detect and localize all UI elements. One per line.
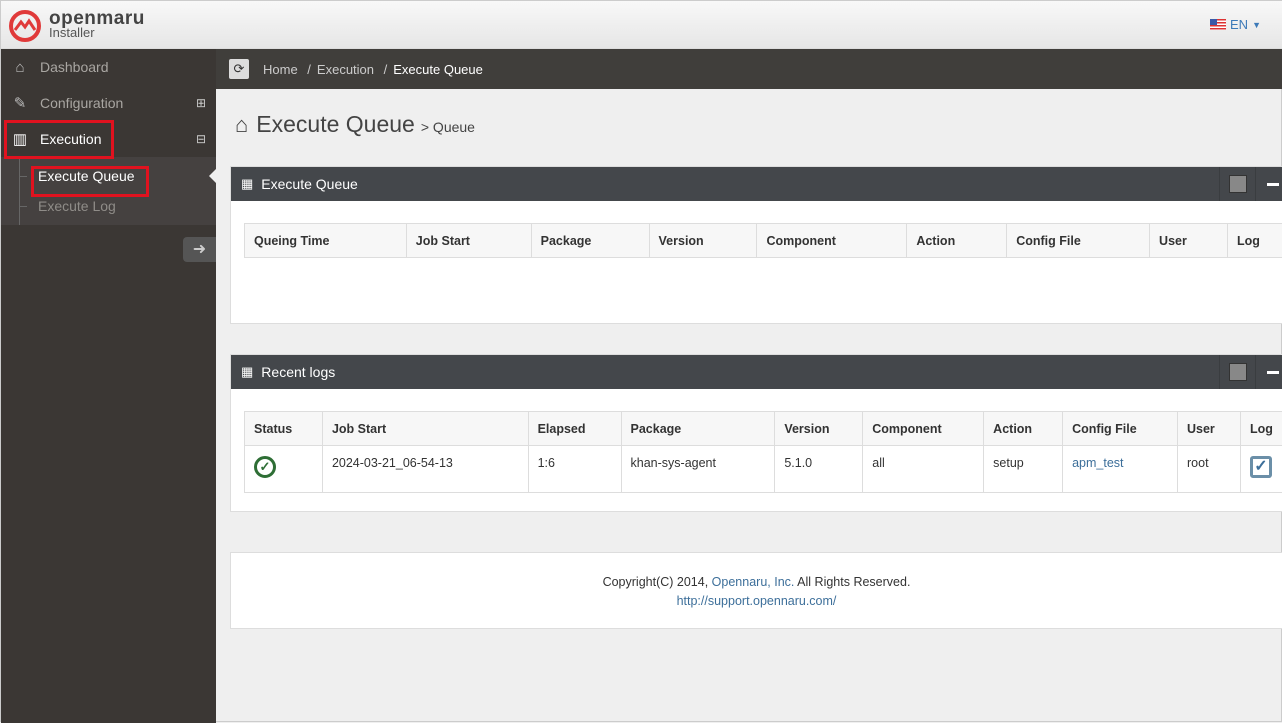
queue-table: Queing TimeJob StartPackageVersionCompon… <box>244 223 1282 318</box>
column-header: Log <box>1227 224 1282 258</box>
sidebar-item-label: Dashboard <box>40 59 109 75</box>
config-file-link[interactable]: apm_test <box>1072 456 1123 470</box>
panel-title: Execute Queue <box>261 176 358 192</box>
collapse-icon[interactable]: ⊟ <box>196 132 206 146</box>
language-label: EN <box>1230 17 1248 32</box>
table-icon: ▦ <box>241 176 253 192</box>
maximize-button[interactable] <box>1229 175 1247 193</box>
edit-icon: ✎ <box>10 94 30 112</box>
breadcrumb-current: Execute Queue <box>393 62 483 77</box>
column-header: Queing Time <box>245 224 407 258</box>
language-select[interactable]: EN ▼ <box>1210 17 1261 32</box>
view-log-icon[interactable]: ✓ <box>1250 456 1272 478</box>
brand-name: openmaru <box>49 12 145 26</box>
page-title-text: Execute Queue <box>256 111 415 138</box>
breadcrumb-home[interactable]: Home / <box>263 62 311 77</box>
footer: Copyright(C) 2014, Opennaru, Inc. All Ri… <box>230 552 1282 629</box>
success-status-icon: ✓ <box>254 456 276 478</box>
column-header: User <box>1178 412 1241 446</box>
table-row: ✓ 2024-03-21_06-54-13 1:6 khan-sys-agent… <box>245 446 1282 493</box>
page-subtitle: > Queue <box>421 119 475 135</box>
table-icon: ▦ <box>241 364 253 380</box>
top-header: openmaruInstaller EN ▼ <box>1 1 1282 49</box>
company-link[interactable]: Opennaru, Inc. <box>712 575 795 589</box>
package-cell: khan-sys-agent <box>621 446 775 493</box>
logs-table: StatusJob StartElapsedPackageVersionComp… <box>244 411 1282 493</box>
openmaru-logo-icon <box>9 10 41 42</box>
sidebar-item-label: Configuration <box>40 95 123 111</box>
copyright-text: Copyright(C) 2014, <box>603 575 709 589</box>
column-header: Package <box>621 412 775 446</box>
page-title: ⌂ Execute Queue > Queue <box>235 111 475 138</box>
minimize-button[interactable] <box>1267 371 1279 374</box>
execute-queue-panel: ▦ Execute Queue Queing TimeJob StartPacka… <box>230 166 1282 324</box>
refresh-icon[interactable]: ⟳ <box>229 59 249 79</box>
minimize-button[interactable] <box>1267 183 1279 186</box>
rights-text: All Rights Reserved. <box>797 575 910 589</box>
logo[interactable]: openmaruInstaller <box>9 10 145 42</box>
column-header: Version <box>649 224 757 258</box>
maximize-button[interactable] <box>1229 363 1247 381</box>
column-header: Version <box>775 412 863 446</box>
us-flag-icon <box>1210 19 1226 30</box>
chevron-down-icon: ▼ <box>1252 20 1261 30</box>
column-header: Elapsed <box>528 412 621 446</box>
version-cell: 5.1.0 <box>775 446 863 493</box>
action-cell: setup <box>984 446 1063 493</box>
recent-logs-panel: ▦ Recent logs StatusJob StartElapsedPacka… <box>230 354 1282 512</box>
support-link[interactable]: http://support.opennaru.com/ <box>677 594 837 608</box>
expand-icon[interactable]: ⊞ <box>196 96 206 110</box>
column-header: Job Start <box>322 412 528 446</box>
highlight-execute-queue <box>31 166 149 197</box>
column-header: User <box>1150 224 1228 258</box>
column-header: Action <box>907 224 1007 258</box>
panel-title: Recent logs <box>261 364 335 380</box>
elapsed-cell: 1:6 <box>528 446 621 493</box>
sidebar-collapse-button[interactable]: ➜ <box>183 237 216 262</box>
breadcrumb-execution[interactable]: Execution / <box>317 62 387 77</box>
job-start-cell: 2024-03-21_06-54-13 <box>322 446 528 493</box>
sidebar-item-dashboard[interactable]: ⌂ Dashboard <box>1 49 216 85</box>
highlight-execution <box>4 120 114 159</box>
user-cell: root <box>1178 446 1241 493</box>
component-cell: all <box>863 446 984 493</box>
column-header: Component <box>863 412 984 446</box>
sidebar-item-configuration[interactable]: ✎ Configuration ⊞ <box>1 85 216 121</box>
column-header: Config File <box>1063 412 1178 446</box>
column-header: Config File <box>1007 224 1150 258</box>
column-header: Log <box>1240 412 1282 446</box>
home-icon: ⌂ <box>10 59 30 76</box>
column-header: Component <box>757 224 907 258</box>
home-icon: ⌂ <box>235 112 248 138</box>
breadcrumb: ⟳ Home / Execution / Execute Queue <box>216 49 1282 89</box>
column-header: Job Start <box>406 224 531 258</box>
column-header: Package <box>531 224 649 258</box>
column-header: Action <box>984 412 1063 446</box>
column-header: Status <box>245 412 323 446</box>
